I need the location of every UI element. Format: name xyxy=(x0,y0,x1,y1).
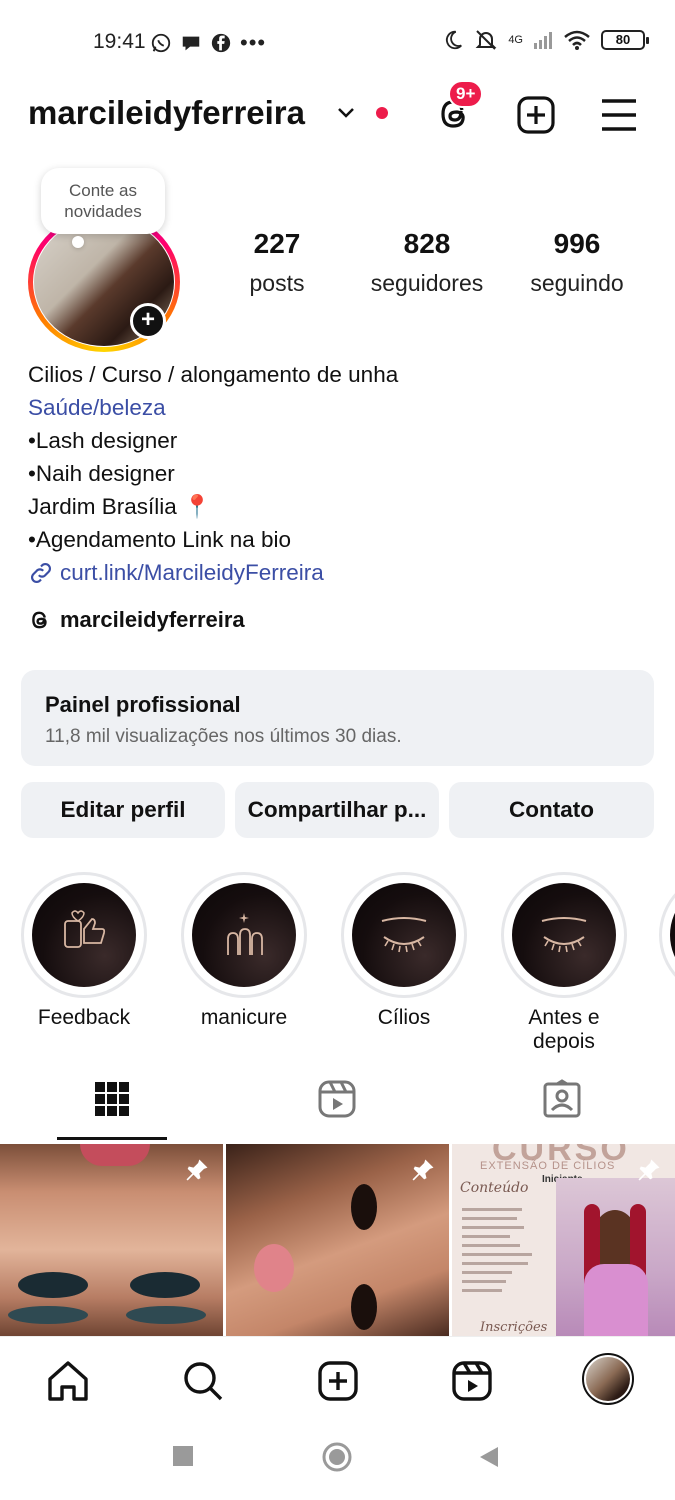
eyelash-icon xyxy=(381,917,427,953)
threads-notification-badge: 9+ xyxy=(448,80,484,108)
highlight-label: Cílios xyxy=(377,1006,431,1029)
home-system-icon[interactable] xyxy=(322,1442,352,1472)
link-icon xyxy=(31,562,51,583)
highlight-partial[interactable] xyxy=(659,872,675,998)
stat-posts[interactable]: 227 posts xyxy=(232,228,322,297)
reels-icon[interactable] xyxy=(450,1359,494,1403)
eyelash-icon xyxy=(541,917,587,953)
post-subtitle: EXTENSÃO DE CÍLIOS xyxy=(480,1160,616,1172)
edit-profile-button[interactable]: Editar perfil xyxy=(21,782,225,838)
username-title[interactable]: marcileidyferreira xyxy=(28,94,305,132)
highlight-cilios[interactable]: Cílios xyxy=(339,872,469,1030)
contact-button[interactable]: Contato xyxy=(449,782,654,838)
highlight-manicure[interactable]: manicure xyxy=(179,872,309,1030)
chevron-down-icon[interactable] xyxy=(334,100,358,124)
following-count: 996 xyxy=(553,228,601,259)
bio-link[interactable]: curt.link/MarcileidyFerreira xyxy=(28,556,398,589)
bio-name: Cilios / Curso / alongamento de unha xyxy=(28,362,399,387)
signal-icon xyxy=(534,32,552,49)
professional-dashboard[interactable]: Painel profissional 11,8 mil visualizaçõ… xyxy=(21,670,654,766)
posts-label: posts xyxy=(249,270,305,296)
muted-bell-icon xyxy=(475,30,497,50)
search-icon[interactable] xyxy=(181,1359,225,1403)
pin-icon xyxy=(638,1159,660,1181)
stat-followers[interactable]: 828 seguidores xyxy=(362,228,492,297)
stat-following[interactable]: 996 seguindo xyxy=(522,228,632,297)
note-bubble-tail xyxy=(72,236,84,248)
bio-category[interactable]: Saúde/beleza xyxy=(28,391,398,424)
followers-label: seguidores xyxy=(370,270,484,296)
threads-icon xyxy=(32,611,47,629)
nails-icon xyxy=(227,913,263,955)
profile-tabs xyxy=(0,1075,675,1141)
profile-bio: Cilios / Curso / alongamento de unha Saú… xyxy=(28,358,398,589)
status-bar: 19:41 ••• 4G 80 xyxy=(0,22,675,62)
bio-line: •Naih designer xyxy=(28,461,175,486)
dashboard-subtitle: 11,8 mil visualizações nos últimos 30 di… xyxy=(45,726,402,747)
bottom-navigation xyxy=(0,1336,675,1420)
active-tab-indicator xyxy=(57,1137,167,1140)
share-profile-button[interactable]: Compartilhar p... xyxy=(235,782,439,838)
note-bubble[interactable]: Conte as novidades xyxy=(41,168,165,234)
bio-line: •Agendamento Link na bio xyxy=(28,527,292,552)
chat-icon xyxy=(182,36,200,51)
facebook-icon xyxy=(211,33,231,53)
threads-profile-link[interactable]: marcileidyferreira xyxy=(28,607,245,633)
add-story-button[interactable]: + xyxy=(130,303,166,339)
highlight-label: Antes e depois xyxy=(528,1006,600,1053)
pin-icon xyxy=(186,1159,208,1181)
post-heading: Conteúdo xyxy=(460,1180,529,1196)
back-icon[interactable] xyxy=(478,1446,500,1468)
tagged-tab-icon[interactable] xyxy=(542,1079,582,1119)
status-system-icons: 4G 80 xyxy=(442,28,649,52)
system-navigation xyxy=(0,1420,675,1500)
profile-header: marcileidyferreira 9+ xyxy=(28,80,648,143)
bio-line: •Lash designer xyxy=(28,428,178,453)
highlight-antes-depois[interactable]: Antes e depois xyxy=(499,872,629,1054)
wifi-icon xyxy=(564,30,590,50)
bio-line: Jardim Brasília 📍 xyxy=(28,494,212,519)
post-tile[interactable] xyxy=(0,1144,223,1336)
post-footer: Inscrições xyxy=(480,1320,548,1335)
following-label: seguindo xyxy=(530,270,624,296)
highlight-label: manicure xyxy=(200,1006,288,1029)
thumbs-up-phone-icon xyxy=(64,910,106,948)
grid-tab-icon[interactable] xyxy=(92,1079,132,1119)
network-type: 4G xyxy=(508,34,523,46)
notification-dot xyxy=(376,107,388,119)
followers-count: 828 xyxy=(403,228,451,259)
status-notifications: ••• xyxy=(150,30,266,56)
posts-count: 227 xyxy=(253,228,301,259)
dashboard-title: Painel profissional xyxy=(45,692,241,717)
post-grid: CURSO EXTENSÃO DE CÍLIOS Iniciante Conte… xyxy=(0,1144,675,1336)
recent-apps-icon[interactable] xyxy=(173,1446,193,1466)
post-tile[interactable] xyxy=(226,1144,449,1336)
post-tile[interactable]: CURSO EXTENSÃO DE CÍLIOS Iniciante Conte… xyxy=(452,1144,675,1336)
create-post-icon[interactable] xyxy=(516,95,556,135)
bio-link-text: curt.link/MarcileidyFerreira xyxy=(60,560,324,585)
more-notifications-icon: ••• xyxy=(240,30,267,55)
menu-icon[interactable] xyxy=(600,97,638,133)
battery-indicator: 80 xyxy=(601,30,649,50)
highlight-feedback[interactable]: Feedback xyxy=(19,872,149,1030)
threads-handle-text: marcileidyferreira xyxy=(60,607,245,632)
pin-icon xyxy=(412,1159,434,1181)
status-time: 19:41 xyxy=(93,30,146,53)
home-icon[interactable] xyxy=(46,1359,90,1403)
highlight-label: Feedback xyxy=(37,1006,131,1029)
profile-nav-avatar[interactable] xyxy=(582,1353,634,1405)
whatsapp-icon xyxy=(151,33,171,53)
reels-tab-icon[interactable] xyxy=(317,1079,357,1119)
moon-icon xyxy=(446,30,463,50)
create-icon[interactable] xyxy=(316,1359,360,1403)
